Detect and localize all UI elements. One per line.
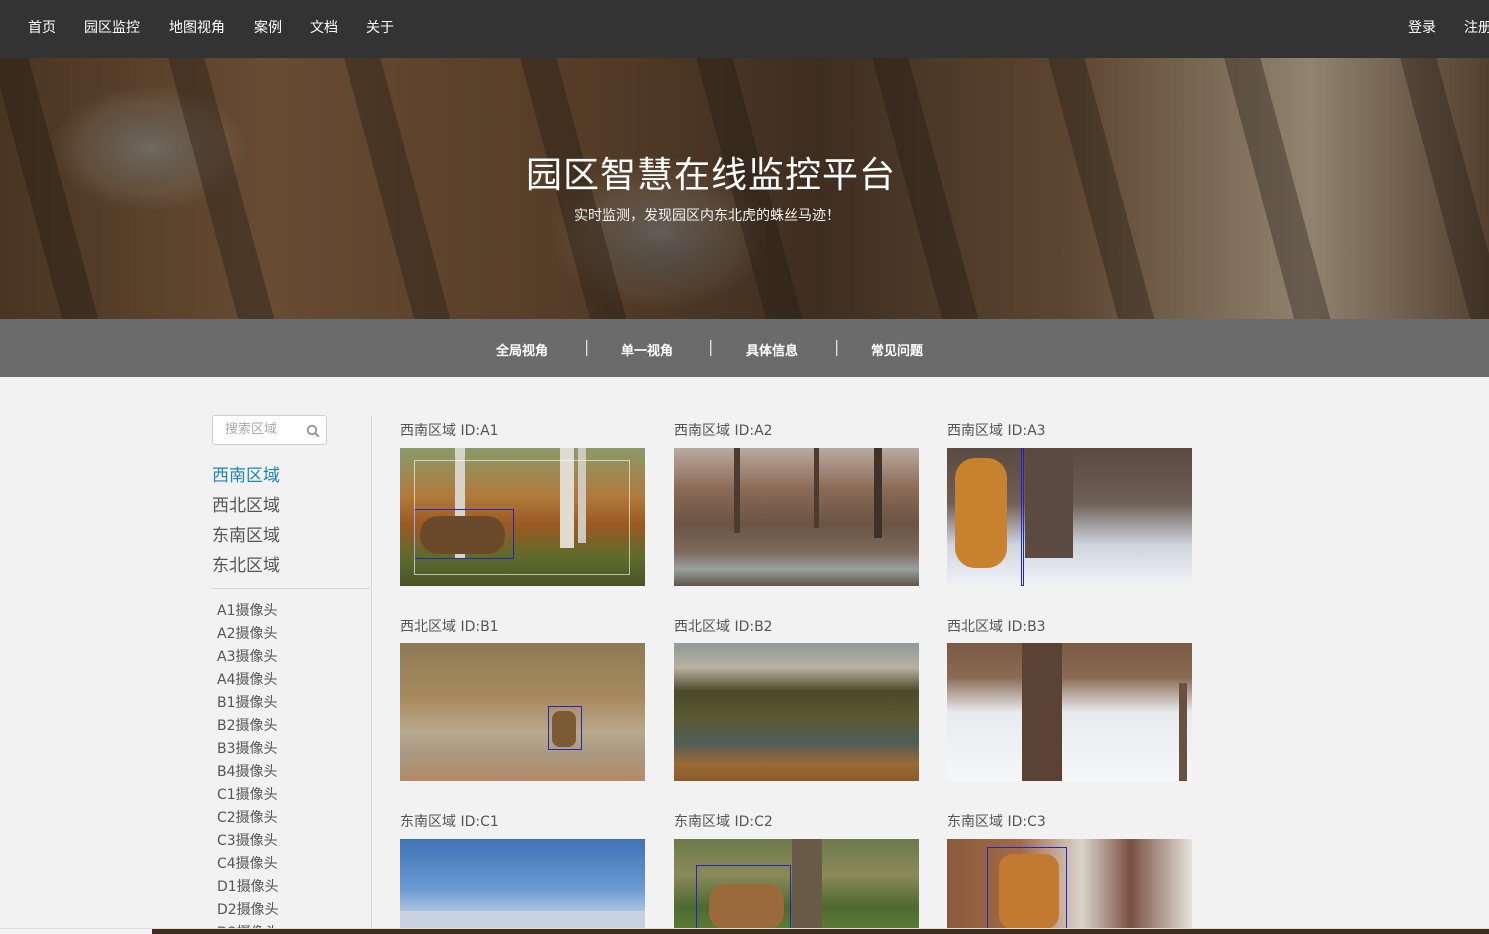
sidebar-divider xyxy=(212,588,370,589)
camera-item-a3[interactable]: A3摄像头 xyxy=(217,646,277,666)
detection-box xyxy=(987,847,1067,929)
nav-park-monitor[interactable]: 园区监控 xyxy=(84,17,140,37)
camera-item-a1[interactable]: A1摄像头 xyxy=(217,600,277,620)
tab-separator: | xyxy=(834,337,840,356)
camera-item-b1[interactable]: B1摄像头 xyxy=(217,692,278,712)
camera-item-a4[interactable]: A4摄像头 xyxy=(217,669,277,689)
top-navbar: 首页 园区监控 地图视角 案例 文档 关于 登录 注册 xyxy=(0,0,1489,58)
tab-details[interactable]: 具体信息 xyxy=(746,340,798,359)
camera-feed-a2[interactable] xyxy=(674,448,919,586)
camera-title-a1: 西南区域 ID:A1 xyxy=(400,423,499,439)
camera-title-b1: 西北区域 ID:B1 xyxy=(400,619,499,635)
sidebar-border xyxy=(371,415,372,934)
camera-item-b4[interactable]: B4摄像头 xyxy=(217,761,278,781)
register-link[interactable]: 注册 xyxy=(1464,17,1489,37)
hero-banner: 园区智慧在线监控平台 实时监测，发现园区内东北虎的蛛丝马迹！ xyxy=(0,58,1489,319)
detection-box xyxy=(696,865,791,929)
tab-separator: | xyxy=(708,337,714,356)
nav-docs[interactable]: 文档 xyxy=(310,17,338,37)
tab-single-view[interactable]: 单一视角 xyxy=(621,340,673,359)
nav-about[interactable]: 关于 xyxy=(366,17,394,37)
camera-title-c1: 东南区域 ID:C1 xyxy=(400,814,499,830)
camera-title-a2: 西南区域 ID:A2 xyxy=(674,423,773,439)
region-search xyxy=(212,415,327,445)
login-link[interactable]: 登录 xyxy=(1408,17,1436,37)
tiger-silhouette xyxy=(955,458,1007,568)
camera-item-c3[interactable]: C3摄像头 xyxy=(217,830,278,850)
camera-item-c2[interactable]: C2摄像头 xyxy=(217,807,278,827)
camera-title-c2: 东南区域 ID:C2 xyxy=(674,814,773,830)
camera-title-c3: 东南区域 ID:C3 xyxy=(947,814,1046,830)
tab-global-view[interactable]: 全局视角 xyxy=(496,340,548,359)
camera-item-b2[interactable]: B2摄像头 xyxy=(217,715,278,735)
camera-item-c4[interactable]: C4摄像头 xyxy=(217,853,278,873)
hero-subtitle: 实时监测，发现园区内东北虎的蛛丝马迹！ xyxy=(574,208,840,224)
camera-feed-c2[interactable] xyxy=(674,839,919,929)
search-icon[interactable] xyxy=(306,423,320,442)
nav-home[interactable]: 首页 xyxy=(28,17,56,37)
detection-box xyxy=(1021,448,1024,586)
footer-strip xyxy=(152,929,1489,934)
camera-feed-b3[interactable] xyxy=(947,643,1192,781)
tab-separator: | xyxy=(584,337,590,356)
camera-item-d1[interactable]: D1摄像头 xyxy=(217,876,279,896)
region-northwest[interactable]: 西北区域 xyxy=(212,491,280,516)
camera-feed-c3[interactable] xyxy=(947,839,1192,929)
tab-faq[interactable]: 常见问题 xyxy=(871,340,923,359)
region-northeast[interactable]: 东北区域 xyxy=(212,551,280,576)
camera-title-a3: 西南区域 ID:A3 xyxy=(947,423,1046,439)
camera-title-b2: 西北区域 ID:B2 xyxy=(674,619,773,635)
region-search-input[interactable] xyxy=(223,421,307,438)
nav-map-view[interactable]: 地图视角 xyxy=(169,17,225,37)
camera-item-c1[interactable]: C1摄像头 xyxy=(217,784,278,804)
hero-title: 园区智慧在线监控平台 xyxy=(525,155,896,196)
camera-item-b3[interactable]: B3摄像头 xyxy=(217,738,278,758)
camera-feed-c1[interactable] xyxy=(400,839,645,929)
region-southeast[interactable]: 东南区域 xyxy=(212,521,280,546)
camera-feed-b1[interactable] xyxy=(400,643,645,781)
camera-item-a2[interactable]: A2摄像头 xyxy=(217,623,277,643)
camera-title-b3: 西北区域 ID:B3 xyxy=(947,619,1046,635)
camera-item-d2[interactable]: D2摄像头 xyxy=(217,899,279,919)
detection-box xyxy=(548,706,582,750)
region-southwest[interactable]: 西南区域 xyxy=(212,461,280,486)
nav-cases[interactable]: 案例 xyxy=(254,17,282,37)
camera-feed-a1[interactable] xyxy=(400,448,645,586)
view-tabs: 全局视角 | 单一视角 | 具体信息 | 常见问题 xyxy=(0,319,1489,377)
camera-feed-a3[interactable] xyxy=(947,448,1192,586)
camera-feed-b2[interactable] xyxy=(674,643,919,781)
